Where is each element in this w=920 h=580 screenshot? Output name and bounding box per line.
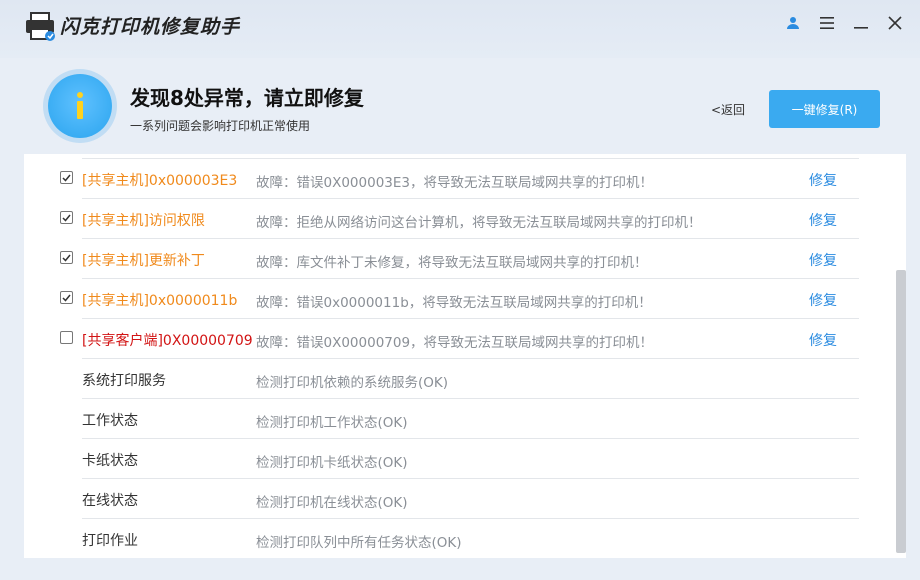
issue-name: [共享客户端]0X00000709: [82, 333, 253, 349]
info-badge: [48, 74, 112, 138]
repair-link[interactable]: 修复: [809, 210, 837, 230]
check-desc: 检测打印机工作状态(OK): [256, 415, 408, 431]
issue-desc: 故障：错误0x0000011b，将导致无法互联局域网共享的打印机！: [256, 295, 652, 311]
issue-checkbox[interactable]: [60, 171, 73, 184]
issue-desc: 故障：拒绝从网络访问这台计算机，将导致无法互联局域网共享的打印机！: [256, 215, 702, 231]
title-bar: 闪克打印机修复助手: [0, 0, 920, 58]
check-icon: [62, 294, 71, 302]
headline: 发现8处异常，请立即修复: [130, 86, 364, 110]
result-header: 发现8处异常，请立即修复 一系列问题会影响打印机正常使用 <返回 一键修复(R): [0, 58, 920, 154]
issue-checkbox[interactable]: [60, 211, 73, 224]
check-name: 系统打印服务: [82, 373, 166, 389]
issue-name: [共享主机]0x000003E3: [82, 173, 238, 189]
check-desc: 检测打印队列中所有任务状态(OK): [256, 535, 462, 551]
check-row: 卡纸状态 检测打印机卡纸状态(OK): [82, 439, 859, 479]
fix-all-button[interactable]: 一键修复(R): [769, 90, 880, 128]
check-desc: 检测打印机卡纸状态(OK): [256, 455, 408, 471]
menu-icon: [820, 17, 834, 29]
repair-link[interactable]: 修复: [809, 170, 837, 190]
check-row: 在线状态 检测打印机在线状态(OK): [82, 479, 859, 519]
close-button[interactable]: [884, 12, 906, 34]
check-name: 打印作业: [82, 533, 138, 549]
check-desc: 检测打印机依赖的系统服务(OK): [256, 375, 449, 391]
issue-checkbox[interactable]: [60, 331, 73, 344]
menu-button[interactable]: [816, 12, 838, 34]
issue-checkbox[interactable]: [60, 291, 73, 304]
app-title: 闪克打印机修复助手: [60, 16, 241, 38]
issue-list-panel: [共享主机]0x000003E3 故障：错误0X000003E3，将导致无法互联…: [24, 154, 906, 558]
repair-link[interactable]: 修复: [809, 250, 837, 270]
user-button[interactable]: [782, 12, 804, 34]
issue-checkbox[interactable]: [60, 251, 73, 264]
minimize-button[interactable]: [850, 12, 872, 34]
repair-link[interactable]: 修复: [809, 290, 837, 310]
check-row: 打印作业 检测打印队列中所有任务状态(OK): [82, 519, 859, 558]
check-icon: [62, 174, 71, 182]
list-scrollbar[interactable]: [896, 270, 906, 553]
check-row: 系统打印服务 检测打印机依赖的系统服务(OK): [82, 359, 859, 399]
issue-row: [共享主机]更新补丁 故障：库文件补丁未修复，将导致无法互联局域网共享的打印机！…: [60, 239, 859, 279]
printer-logo-icon: [26, 12, 55, 41]
info-icon: [77, 92, 83, 119]
issue-name: [共享主机]访问权限: [82, 213, 205, 229]
issue-desc: 故障：错误0X000003E3，将导致无法互联局域网共享的打印机！: [256, 175, 653, 191]
issue-desc: 故障：库文件补丁未修复，将导致无法互联局域网共享的打印机！: [256, 255, 648, 271]
check-icon: [62, 254, 71, 262]
back-link[interactable]: <返回: [711, 101, 745, 118]
issue-desc: 故障：错误0X00000709，将导致无法互联局域网共享的打印机！: [256, 335, 654, 351]
check-icon: [62, 214, 71, 222]
minimize-icon: [854, 27, 868, 29]
issue-row: [共享主机]0x0000011b 故障：错误0x0000011b，将导致无法互联…: [60, 279, 859, 319]
issue-row: [共享主机]访问权限 故障：拒绝从网络访问这台计算机，将导致无法互联局域网共享的…: [60, 199, 859, 239]
issue-name: [共享主机]更新补丁: [82, 253, 205, 269]
check-row: 工作状态 检测打印机工作状态(OK): [82, 399, 859, 439]
check-name: 在线状态: [82, 493, 138, 509]
user-icon: [787, 17, 799, 29]
check-name: 卡纸状态: [82, 453, 138, 469]
issue-name: [共享主机]0x0000011b: [82, 293, 238, 309]
close-icon: [888, 16, 902, 30]
check-name: 工作状态: [82, 413, 138, 429]
repair-link[interactable]: 修复: [809, 330, 837, 350]
issue-row: [共享主机]0x000003E3 故障：错误0X000003E3，将导致无法互联…: [60, 159, 859, 199]
subline: 一系列问题会影响打印机正常使用: [130, 119, 311, 133]
issue-row: [共享客户端]0X00000709 故障：错误0X00000709，将导致无法互…: [60, 319, 859, 359]
check-desc: 检测打印机在线状态(OK): [256, 495, 408, 511]
